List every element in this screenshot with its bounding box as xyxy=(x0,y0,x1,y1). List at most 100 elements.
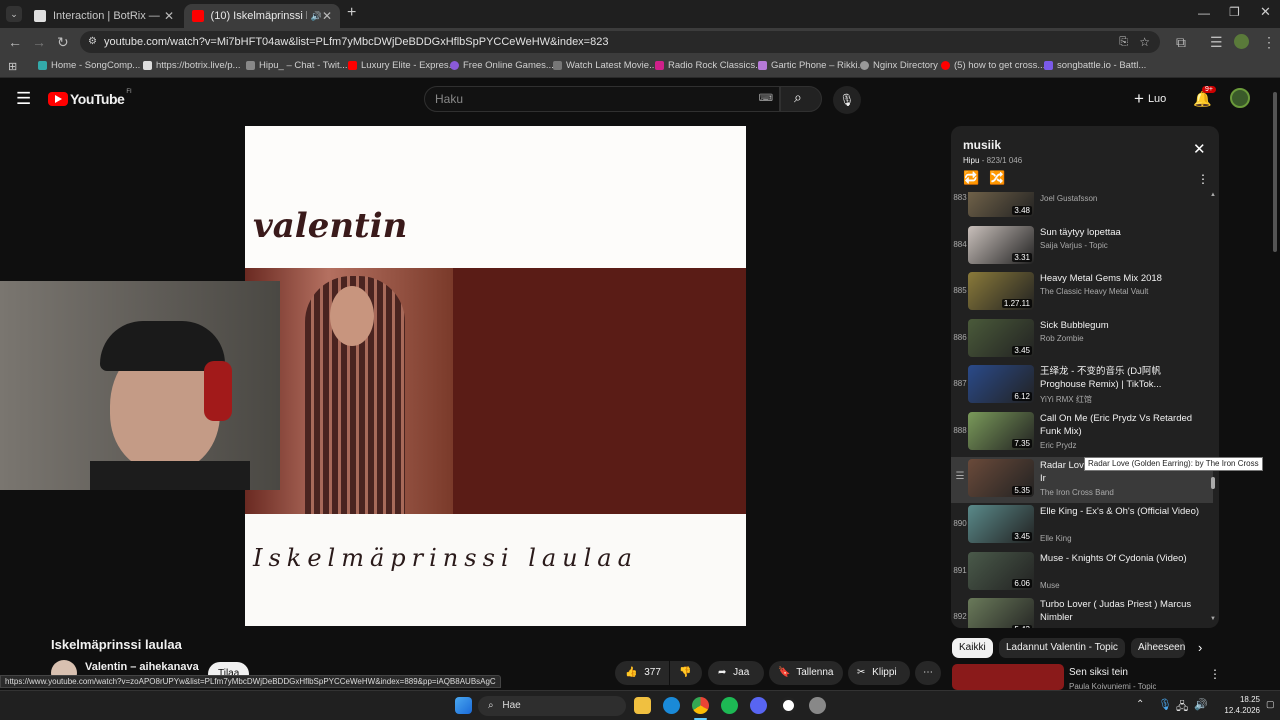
playlist-item[interactable]: 891 6.06 Muse - Knights Of Cydonia (Video)… xyxy=(951,550,1213,596)
drag-handle-icon[interactable]: ☰ xyxy=(953,471,967,482)
shuffle-icon[interactable]: 🔀 xyxy=(989,170,1005,186)
video-player[interactable]: valentin Iskelmäprinssi laulaa xyxy=(245,126,746,626)
page-scrollbar-thumb[interactable] xyxy=(1273,92,1277,252)
restore-icon[interactable]: ❐ xyxy=(1229,5,1240,19)
discord-icon[interactable] xyxy=(750,697,767,714)
recommended-title[interactable]: Sen siksi tein xyxy=(1069,667,1128,678)
playlist-owner[interactable]: Hipu xyxy=(963,156,979,165)
bookmark-item[interactable]: Nginx Directory xyxy=(860,60,938,71)
playlist-item-title[interactable]: Muse - Knights Of Cydonia (Video) xyxy=(1040,552,1200,565)
playlist-item[interactable]: 890 3.45 Elle King - Ex's & Oh's (Official… xyxy=(951,503,1213,549)
bookmark-item[interactable]: Radio Rock Classics... xyxy=(655,60,763,71)
playlist-item[interactable]: 892 5.43 Turbo Lover ( Judas Priest ) Marc… xyxy=(951,596,1213,628)
bookmark-item[interactable]: Home - SongComp... xyxy=(38,60,140,71)
close-window-icon[interactable]: ✕ xyxy=(1260,4,1271,20)
search-button[interactable]: ⌕ xyxy=(780,86,822,112)
create-button[interactable]: + Luo xyxy=(1134,89,1166,109)
account-avatar[interactable] xyxy=(1230,88,1250,108)
steam-icon[interactable] xyxy=(809,697,826,714)
youtube-logo[interactable]: YouTube FI xyxy=(48,89,132,107)
playlist-title[interactable]: musiik xyxy=(963,138,1001,152)
forward-icon[interactable]: → xyxy=(32,34,46,50)
scrollbar-thumb[interactable] xyxy=(1211,477,1215,489)
recommended-thumb[interactable] xyxy=(952,664,1064,690)
playlist-item-thumbnail[interactable]: 3.45 xyxy=(968,318,1034,357)
like-button[interactable]: 👍 377 xyxy=(615,661,669,685)
reload-icon[interactable]: ↻ xyxy=(57,34,69,51)
playlist-scrollbar[interactable]: ▲ ▼ xyxy=(1210,192,1216,622)
search-input[interactable]: Haku ⌨ xyxy=(424,86,780,112)
install-app-icon[interactable]: ⎘ xyxy=(1119,31,1128,53)
voice-search-button[interactable]: 🎙 xyxy=(833,86,861,114)
bookmark-item[interactable]: https://botrix.live/p... xyxy=(143,60,240,71)
extensions-icon[interactable]: ⧉ xyxy=(1176,34,1186,51)
playlist-item-title[interactable]: 王绎龙 - 不变的音乐 (DJ阿帆 Proghouse Remix) | Tik… xyxy=(1040,365,1200,391)
chips-next-icon[interactable]: › xyxy=(1198,640,1202,655)
playlist-item-thumbnail[interactable]: 5.35 xyxy=(968,458,1034,497)
dislike-button[interactable]: 👎 xyxy=(670,661,702,685)
playlist-item-thumbnail[interactable]: 6.06 xyxy=(968,551,1034,590)
bookmark-item[interactable]: Hipu_ – Chat - Twit... xyxy=(246,60,348,71)
file-explorer-icon[interactable] xyxy=(634,697,651,714)
tab-botrix[interactable]: Interaction | BotRix — Cloud St ✕ xyxy=(26,4,182,28)
more-actions-button[interactable]: ⋯ xyxy=(915,661,941,685)
tab-menu-chevron-icon[interactable]: ⌄ xyxy=(6,6,22,22)
playlist-item[interactable]: 886 3.45 Sick Bubblegum Rob Zombie xyxy=(951,317,1213,363)
clock[interactable]: 18.25 12.4.2026 xyxy=(1214,694,1260,716)
bookmark-item[interactable]: Watch Latest Movie... xyxy=(553,60,657,71)
playlist-item[interactable]: 8833.48(The Piña Colada Song)Joel Gustaf… xyxy=(951,192,1213,223)
recommended-channel[interactable]: Paula Koivuniemi - Topic xyxy=(1069,682,1156,690)
guide-menu-icon[interactable]: ☰ xyxy=(16,89,31,109)
obs-icon[interactable] xyxy=(780,697,797,714)
playlist-item-thumbnail[interactable]: 3.45 xyxy=(968,505,1034,544)
apps-grid-icon[interactable]: ⊞ xyxy=(8,60,17,73)
minimize-icon[interactable]: — xyxy=(1198,6,1210,20)
playlist-item-title[interactable]: Elle King - Ex's & Oh's (Official Video) xyxy=(1040,505,1200,518)
chip-related[interactable]: Aiheeseen xyxy=(1131,638,1185,658)
playlist-item-thumbnail[interactable]: 7.35 xyxy=(968,412,1034,450)
reading-list-icon[interactable]: ☰ xyxy=(1210,34,1223,51)
notification-center-icon[interactable]: ▢ xyxy=(1266,699,1275,710)
microphone-tray-icon[interactable]: 🎙 xyxy=(1158,698,1172,711)
bookmark-item[interactable]: (5) how to get cross... xyxy=(941,60,1045,71)
playlist-item-thumbnail[interactable]: 5.43 xyxy=(968,598,1034,628)
tab-youtube[interactable]: (10) Iskelmäprinssi laulaa - 🔊 ✕ xyxy=(184,4,340,28)
close-playlist-icon[interactable]: ✕ xyxy=(1193,140,1206,158)
volume-icon[interactable]: 🔊 xyxy=(1194,698,1208,711)
bookmark-item[interactable]: Free Online Games... xyxy=(450,60,554,71)
playlist-item-thumbnail[interactable]: 1.27.11 xyxy=(968,272,1034,311)
playlist-item-title[interactable]: Turbo Lover ( Judas Priest ) Marcus Nimb… xyxy=(1040,598,1200,624)
bookmark-item[interactable]: songbattle.io - Battl... xyxy=(1044,60,1146,71)
chrome-icon[interactable] xyxy=(692,697,709,714)
playlist-item-title[interactable]: Sick Bubblegum xyxy=(1040,319,1200,332)
browser-menu-icon[interactable]: ⋮ xyxy=(1262,34,1276,51)
close-tab-icon[interactable]: ✕ xyxy=(322,9,332,23)
save-button[interactable]: 🔖 Tallenna xyxy=(769,661,843,685)
site-info-icon[interactable]: ⚙ xyxy=(88,31,97,53)
playlist-item[interactable]: 885 1.27.11 Heavy Metal Gems Mix 2018 The C… xyxy=(951,270,1213,316)
taskbar-search[interactable]: ⌕ Hae xyxy=(478,696,626,716)
recommended-menu-icon[interactable]: ⋮ xyxy=(1209,667,1221,681)
new-tab-button[interactable]: + xyxy=(347,4,356,22)
keyboard-icon[interactable]: ⌨ xyxy=(759,87,773,111)
edge-icon[interactable] xyxy=(663,697,680,714)
bookmark-star-icon[interactable]: ☆ xyxy=(1139,31,1150,53)
playlist-item[interactable]: 884 3.31 Sun täytyy lopettaa Saija Varjus -… xyxy=(951,224,1213,270)
channel-name[interactable]: Valentin – aihekanava xyxy=(85,661,199,673)
scroll-up-arrow[interactable]: ▲ xyxy=(1210,192,1216,198)
url-field[interactable]: ⚙ youtube.com/watch?v=Mi7bHFT04aw&list=P… xyxy=(80,31,1160,53)
close-tab-icon[interactable]: ✕ xyxy=(164,9,174,23)
notifications-button[interactable]: 🔔 9+ xyxy=(1193,86,1216,109)
page-scrollbar[interactable] xyxy=(1272,86,1278,686)
playlist-item[interactable]: 888 7.35 Call On Me (Eric Prydz Vs Retarde… xyxy=(951,410,1213,456)
playlist-menu-icon[interactable]: ⋮ xyxy=(1197,172,1209,186)
playlist-item[interactable]: 887 6.12 王绎龙 - 不变的音乐 (DJ阿帆 Proghouse Remix… xyxy=(951,363,1213,409)
spotify-icon[interactable] xyxy=(721,697,738,714)
clip-button[interactable]: ✂ Klippi xyxy=(848,661,910,685)
share-button[interactable]: ➦ Jaa xyxy=(708,661,764,685)
playlist-item-title[interactable]: Sun täytyy lopettaa xyxy=(1040,226,1200,239)
scroll-down-arrow[interactable]: ▼ xyxy=(1210,616,1216,622)
network-icon[interactable]: 🖧 xyxy=(1176,698,1188,717)
windows-start-icon[interactable] xyxy=(455,697,472,714)
playlist-item-thumbnail[interactable]: 6.12 xyxy=(968,365,1034,404)
